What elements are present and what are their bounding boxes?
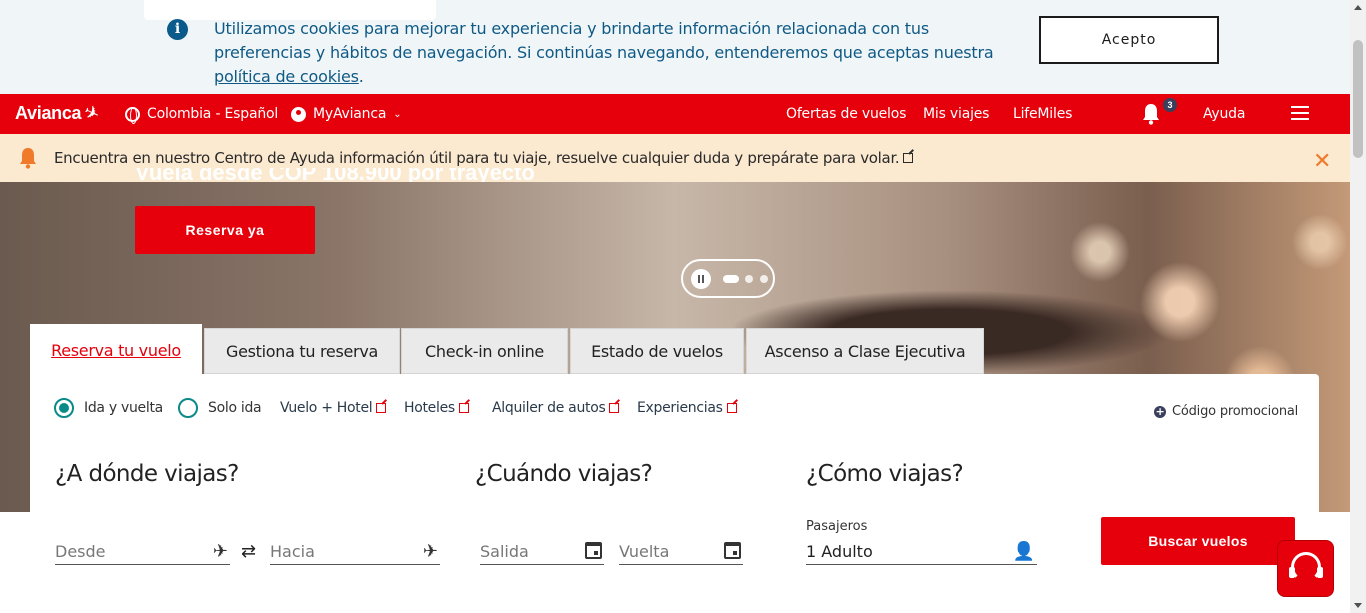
- nav-link-mis-viajes[interactable]: Mis viajes: [923, 106, 989, 122]
- support-chat-button[interactable]: [1277, 540, 1334, 597]
- link-label: Experiencias: [637, 400, 723, 416]
- return-placeholder: Vuelta: [619, 542, 670, 561]
- link-label: Alquiler de autos: [492, 400, 606, 416]
- link-label: Hoteles: [404, 400, 455, 416]
- radio-ida-y-vuelta[interactable]: [54, 398, 74, 418]
- tab-gestiona-tu-reserva[interactable]: Gestiona tu reserva: [204, 328, 400, 374]
- reserve-now-button[interactable]: Reserva ya: [135, 206, 315, 254]
- top-navbar: Avianca ✈ Colombia - Español MyAvianca ⌄…: [0, 94, 1350, 134]
- plus-icon: +: [1154, 404, 1166, 418]
- nav-link-ofertas[interactable]: Ofertas de vuelos: [786, 106, 906, 122]
- where-title: ¿A dónde viajas?: [55, 461, 239, 487]
- departure-placeholder: Salida: [480, 542, 529, 561]
- cookie-policy-link[interactable]: política de cookies: [214, 67, 359, 86]
- cookie-message: Utilizamos cookies para mejorar tu exper…: [214, 17, 1014, 89]
- headset-icon: [1289, 552, 1323, 582]
- link-vuelo-hotel[interactable]: Vuelo + Hotel: [280, 400, 387, 416]
- link-label: Vuelo + Hotel: [280, 400, 373, 416]
- landing-icon: ✈: [422, 541, 438, 561]
- cookie-suffix: .: [358, 67, 364, 86]
- add-person-icon: 👤: [1012, 541, 1035, 561]
- when-title: ¿Cuándo viajas?: [475, 461, 653, 487]
- promo-code-label: Código promocional: [1172, 404, 1299, 419]
- carousel-controls: [681, 259, 775, 298]
- notice-text: Encuentra en nuestro Centro de Ayuda inf…: [54, 149, 900, 167]
- swap-icon[interactable]: ⇄: [241, 541, 256, 562]
- hamburger-menu-icon[interactable]: [1291, 106, 1309, 120]
- origin-input[interactable]: Desde ✈: [55, 540, 230, 565]
- scroll-thumb[interactable]: [1353, 40, 1363, 158]
- logo-bird-icon: ✈: [80, 100, 103, 126]
- scroll-down-icon[interactable]: [1354, 603, 1362, 608]
- origin-placeholder: Desde: [55, 542, 106, 561]
- globe-icon: [125, 106, 140, 124]
- tab-check-in-online[interactable]: Check-in online: [401, 328, 568, 374]
- promo-code-link[interactable]: + Código promocional: [1154, 404, 1298, 419]
- accept-cookies-button[interactable]: Acepto: [1039, 16, 1219, 64]
- carousel-dot[interactable]: [760, 275, 768, 283]
- tab-reserva-tu-vuelo[interactable]: Reserva tu vuelo: [30, 324, 202, 376]
- carousel-dot[interactable]: [723, 275, 739, 283]
- pause-icon[interactable]: [691, 269, 711, 289]
- trip-type-label: Solo ida: [208, 400, 262, 416]
- link-alquiler-autos[interactable]: Alquiler de autos: [492, 400, 620, 416]
- search-flights-button[interactable]: Buscar vuelos: [1101, 517, 1295, 565]
- destination-placeholder: Hacia: [270, 542, 315, 561]
- bell-icon: [20, 148, 36, 169]
- country-language-label: Colombia - Español: [147, 106, 279, 122]
- nav-link-lifemiles[interactable]: LifeMiles: [1013, 106, 1072, 122]
- link-hoteles[interactable]: Hoteles: [404, 400, 469, 416]
- avianca-logo[interactable]: Avianca: [15, 103, 82, 124]
- bell-icon[interactable]: [1141, 103, 1161, 125]
- external-link-icon: [726, 403, 737, 413]
- scroll-up-icon[interactable]: [1354, 5, 1362, 10]
- hero-title-text: Vuela desde COP 108.900 por trayecto: [135, 168, 535, 182]
- carousel-dot[interactable]: [745, 275, 753, 283]
- external-link-icon: [609, 403, 620, 413]
- external-link-icon: [376, 403, 387, 413]
- passengers-value: 1 Adulto: [806, 542, 873, 561]
- passengers-label: Pasajeros: [806, 519, 868, 534]
- chevron-down-icon: ⌄: [393, 108, 402, 120]
- myavianca-label: MyAvianca: [313, 106, 387, 122]
- nav-help[interactable]: Ayuda: [1203, 106, 1245, 122]
- close-icon[interactable]: ✕: [1313, 148, 1331, 174]
- country-language-selector[interactable]: Colombia - Español: [125, 106, 279, 124]
- myavianca-menu[interactable]: MyAvianca ⌄: [291, 106, 402, 122]
- how-title: ¿Cómo viajas?: [806, 461, 964, 487]
- notification-badge: 3: [1163, 98, 1177, 112]
- destination-input[interactable]: Hacia ✈: [270, 540, 440, 565]
- link-experiencias[interactable]: Experiencias: [637, 400, 737, 416]
- info-icon: i: [167, 19, 188, 40]
- tab-estado-de-vuelos[interactable]: Estado de vuelos: [570, 328, 744, 374]
- external-link-icon: [458, 403, 469, 413]
- external-link-icon: [903, 153, 914, 163]
- scrollbar[interactable]: [1350, 0, 1366, 613]
- departure-date-input[interactable]: Salida: [480, 540, 604, 565]
- calendar-icon: [724, 542, 741, 559]
- tab-ascenso-clase-ejecutiva[interactable]: Ascenso a Clase Ejecutiva: [746, 328, 984, 374]
- cookie-text: Utilizamos cookies para mejorar tu exper…: [214, 19, 994, 62]
- user-icon: [291, 106, 306, 122]
- calendar-icon: [585, 542, 602, 559]
- notice-link[interactable]: Encuentra en nuestro Centro de Ayuda inf…: [54, 149, 914, 167]
- trip-type-label: Ida y vuelta: [84, 400, 163, 416]
- takeoff-icon: ✈: [212, 541, 228, 561]
- passengers-selector[interactable]: 1 Adulto 👤: [806, 540, 1037, 565]
- return-date-input[interactable]: Vuelta: [619, 540, 743, 565]
- hero-title: Vuela desde COP 108.900 por trayecto: [135, 168, 595, 182]
- radio-solo-ida[interactable]: [178, 398, 198, 418]
- cookie-banner: i Utilizamos cookies para mejorar tu exp…: [0, 0, 1350, 94]
